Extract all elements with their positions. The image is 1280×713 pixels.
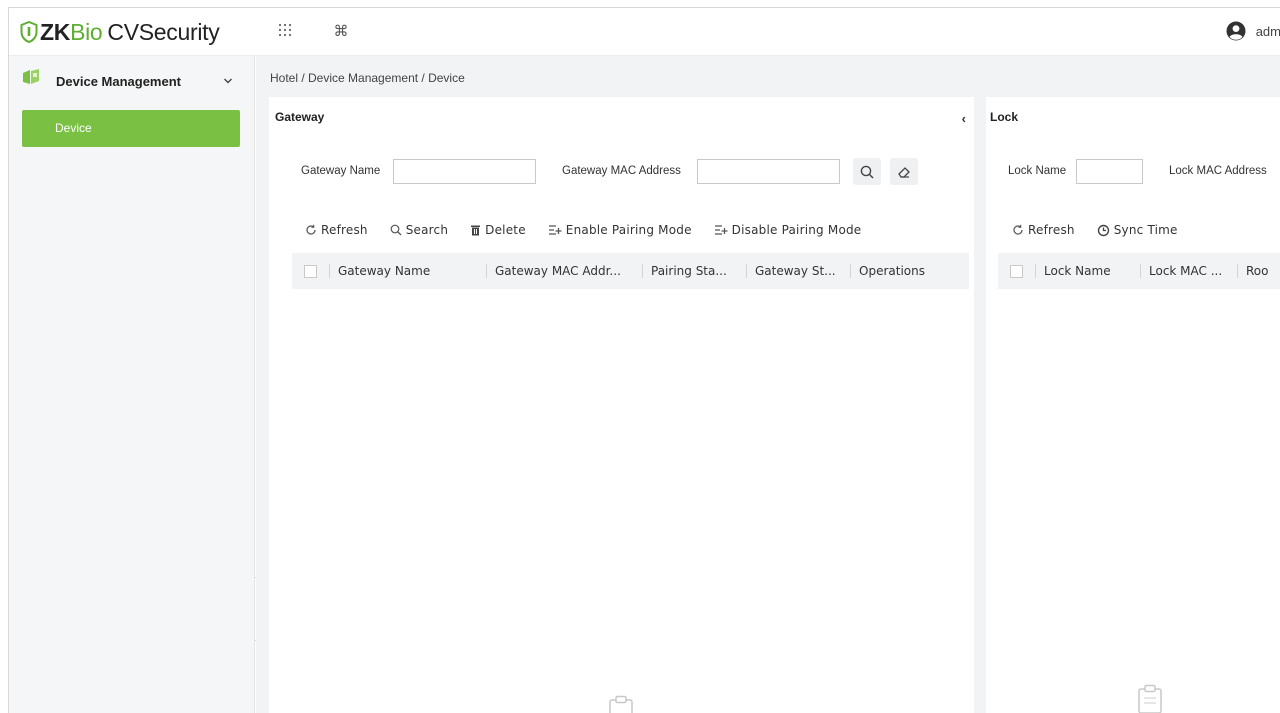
sync-time-button[interactable]: Sync Time bbox=[1097, 223, 1178, 237]
command-icon[interactable]: ⌘ bbox=[331, 22, 351, 42]
column-room[interactable]: Roo bbox=[1246, 264, 1276, 278]
main-content: Hotel / Device Management / Device Gatew… bbox=[256, 56, 1280, 713]
chevron-down-icon bbox=[224, 78, 232, 84]
trash-icon bbox=[471, 225, 481, 236]
sync-time-icon bbox=[1097, 224, 1109, 236]
column-divider bbox=[486, 264, 487, 278]
search-label: Search bbox=[405, 223, 449, 237]
empty-clipboard-icon bbox=[1138, 684, 1162, 713]
sidebar-group-label: Device Management bbox=[56, 74, 181, 89]
gateway-grid-header: Gateway Name Gateway MAC Addr... Pairing… bbox=[292, 253, 969, 289]
user-icon bbox=[1226, 21, 1246, 41]
column-gateway-mac[interactable]: Gateway MAC Addr... bbox=[495, 264, 634, 278]
user-name[interactable]: adm bbox=[1256, 24, 1280, 39]
eraser-icon bbox=[898, 166, 910, 178]
search-button[interactable] bbox=[853, 158, 881, 185]
pairing-disable-icon bbox=[714, 225, 728, 235]
enable-pairing-label: Enable Pairing Mode bbox=[565, 223, 692, 237]
delete-label: Delete bbox=[485, 223, 526, 237]
sync-time-label: Sync Time bbox=[1113, 223, 1178, 237]
app-window: ZK Bio CVSecurity ⌘ adm Device Managemen… bbox=[8, 7, 1280, 713]
gateway-mac-label: Gateway MAC Address bbox=[562, 165, 681, 177]
gateway-panel: Gateway ‹ Gateway Name Gateway MAC Addre… bbox=[269, 97, 974, 713]
sidebar: Device Management Device bbox=[9, 56, 255, 713]
column-pairing-status[interactable]: Pairing Sta... bbox=[651, 264, 738, 278]
delete-button[interactable]: Delete bbox=[470, 223, 526, 237]
device-management-icon bbox=[23, 69, 39, 84]
lock-refresh-button[interactable]: Refresh bbox=[1012, 223, 1075, 237]
column-operations[interactable]: Operations bbox=[859, 264, 949, 278]
sidebar-item-device[interactable]: Device bbox=[22, 110, 240, 147]
gateway-name-input[interactable] bbox=[393, 159, 536, 184]
logo-bio: Bio bbox=[70, 18, 103, 45]
empty-clipboard-icon bbox=[609, 695, 633, 713]
top-bar: ZK Bio CVSecurity ⌘ adm bbox=[9, 8, 1280, 56]
clear-button[interactable] bbox=[890, 158, 918, 185]
lock-grid-header: Lock Name Lock MAC ... Roo bbox=[998, 253, 1280, 289]
gateway-panel-title: Gateway bbox=[275, 110, 325, 124]
gateway-toolbar: Refresh Search Delete Enable Pairing Mod… bbox=[305, 223, 883, 237]
search-icon bbox=[860, 165, 874, 179]
refresh-button[interactable]: Refresh bbox=[305, 223, 368, 237]
column-divider bbox=[1140, 264, 1141, 278]
lock-panel: Lock Lock Name Lock MAC Address Refresh … bbox=[986, 97, 1280, 713]
pairing-enable-icon bbox=[548, 225, 562, 235]
disable-pairing-button[interactable]: Disable Pairing Mode bbox=[714, 223, 862, 237]
column-divider bbox=[1237, 264, 1238, 278]
app-logo[interactable]: ZK Bio CVSecurity bbox=[20, 18, 220, 46]
column-gateway-status[interactable]: Gateway St... bbox=[755, 264, 842, 278]
logo-product: CVSecurity bbox=[107, 18, 220, 45]
column-lock-mac[interactable]: Lock MAC ... bbox=[1149, 264, 1229, 278]
lock-select-all-checkbox[interactable] bbox=[1010, 264, 1023, 278]
grid-icon[interactable] bbox=[275, 22, 295, 42]
refresh-label: Refresh bbox=[321, 223, 368, 237]
lock-mac-label: Lock MAC Address bbox=[1169, 165, 1267, 177]
lock-toolbar: Refresh Sync Time bbox=[1012, 223, 1200, 237]
disable-pairing-label: Disable Pairing Mode bbox=[731, 223, 862, 237]
enable-pairing-button[interactable]: Enable Pairing Mode bbox=[548, 223, 692, 237]
column-divider bbox=[746, 264, 747, 278]
column-divider bbox=[850, 264, 851, 278]
column-divider bbox=[1035, 264, 1036, 278]
collapse-left-icon[interactable]: ‹ bbox=[962, 111, 966, 126]
gateway-mac-input[interactable] bbox=[697, 159, 840, 184]
column-divider bbox=[329, 264, 330, 278]
gateway-name-label: Gateway Name bbox=[301, 165, 381, 177]
column-divider bbox=[642, 264, 643, 278]
grid-icon-glyph bbox=[278, 23, 292, 37]
user-menu[interactable]: adm bbox=[1226, 21, 1280, 41]
refresh-icon bbox=[306, 224, 316, 235]
lock-refresh-label: Refresh bbox=[1028, 223, 1075, 237]
column-gateway-name[interactable]: Gateway Name bbox=[338, 264, 478, 278]
toolbar-search-button[interactable]: Search bbox=[390, 223, 448, 237]
search-icon bbox=[390, 224, 402, 236]
logo-zk: ZK bbox=[40, 18, 71, 45]
lock-name-input[interactable] bbox=[1076, 159, 1143, 184]
select-all-checkbox[interactable] bbox=[304, 264, 317, 278]
column-lock-name[interactable]: Lock Name bbox=[1044, 264, 1132, 278]
refresh-icon bbox=[1013, 224, 1023, 235]
lock-panel-title: Lock bbox=[990, 110, 1019, 124]
shield-logo-icon bbox=[20, 21, 38, 43]
sidebar-group-device-management[interactable]: Device Management bbox=[9, 56, 255, 106]
lock-name-label: Lock Name bbox=[1008, 165, 1067, 177]
breadcrumb: Hotel / Device Management / Device bbox=[270, 71, 465, 85]
